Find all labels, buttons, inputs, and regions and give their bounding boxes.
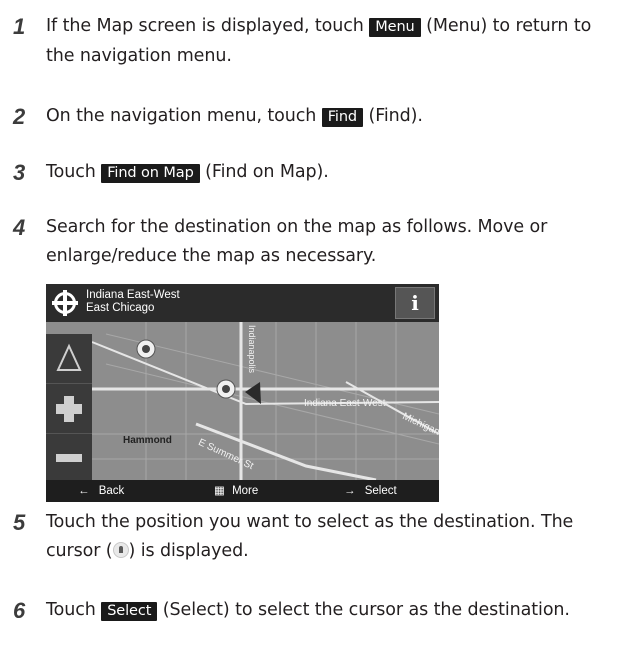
step-text-part: On the navigation menu, touch (46, 106, 322, 126)
step-text: If the Map screen is displayed, touch Me… (46, 12, 611, 71)
road-label: Indiana East-West (304, 398, 386, 409)
step-text: Search for the destination on the map as… (46, 217, 548, 266)
step-text: Touch the position you want to select as… (46, 508, 611, 566)
step-text-part: (Find). (363, 106, 423, 126)
road-label: Hammond (123, 435, 172, 446)
arrow-left-icon: ← (78, 485, 90, 497)
minus-icon (56, 454, 82, 462)
menu-button: Menu (369, 18, 421, 37)
crosshair-icon (52, 290, 78, 316)
step-text-part: Touch (46, 162, 102, 182)
more-label: More (232, 485, 259, 497)
step-number: 3 (13, 160, 26, 185)
step-text-part: (Find on Map). (199, 162, 329, 182)
compass-icon (56, 343, 82, 371)
map-footer: ← Back ▦ More → Select (46, 480, 439, 502)
step-text: Touch Select (Select) to select the curs… (46, 596, 611, 626)
step-number: 4 (13, 215, 26, 240)
arrow-right-icon: → (344, 485, 356, 497)
select-label: Select (364, 485, 397, 497)
step-text: Touch Find on Map (Find on Map). (46, 158, 611, 188)
map-screenshot: Indiana East-West Hammond E Summer St Mi… (46, 284, 439, 502)
zoom-out-button[interactable] (46, 434, 92, 484)
zoom-in-button[interactable] (46, 384, 92, 434)
step-text-part: (Select) to select the cursor as the des… (157, 600, 570, 620)
find-on-map-button: Find on Map (101, 164, 200, 183)
find-button: Find (321, 108, 364, 127)
step-number: 6 (13, 598, 26, 623)
back-button[interactable]: ← Back (78, 480, 124, 502)
plus-icon (56, 396, 82, 422)
step-text-part: ) is displayed. (128, 541, 249, 561)
address-line-2: East Chicago (86, 302, 155, 314)
back-label: Back (98, 485, 125, 497)
address-line-1: Indiana East-West (86, 289, 180, 301)
info-button[interactable]: i (395, 287, 435, 319)
more-button[interactable]: ▦ More (214, 480, 258, 502)
map-address: Indiana East-West East Chicago (86, 289, 180, 315)
step-number: 2 (13, 104, 26, 129)
compass-button[interactable] (46, 334, 92, 384)
step-text: On the navigation menu, touch Find (Find… (46, 102, 611, 132)
cursor-icon (112, 542, 129, 558)
select-inline-button: Select (101, 602, 158, 621)
road-label: Indianapolis (247, 324, 258, 374)
step-text-part: Touch (46, 600, 102, 620)
grid-icon: ▦ (214, 485, 225, 497)
step-text-part: If the Map screen is displayed, touch (46, 16, 370, 36)
step-number: 1 (13, 14, 26, 39)
step-number: 5 (13, 510, 26, 535)
map-header: Indiana East-West East Chicago i (46, 284, 439, 322)
select-button[interactable]: → Select (344, 480, 397, 502)
